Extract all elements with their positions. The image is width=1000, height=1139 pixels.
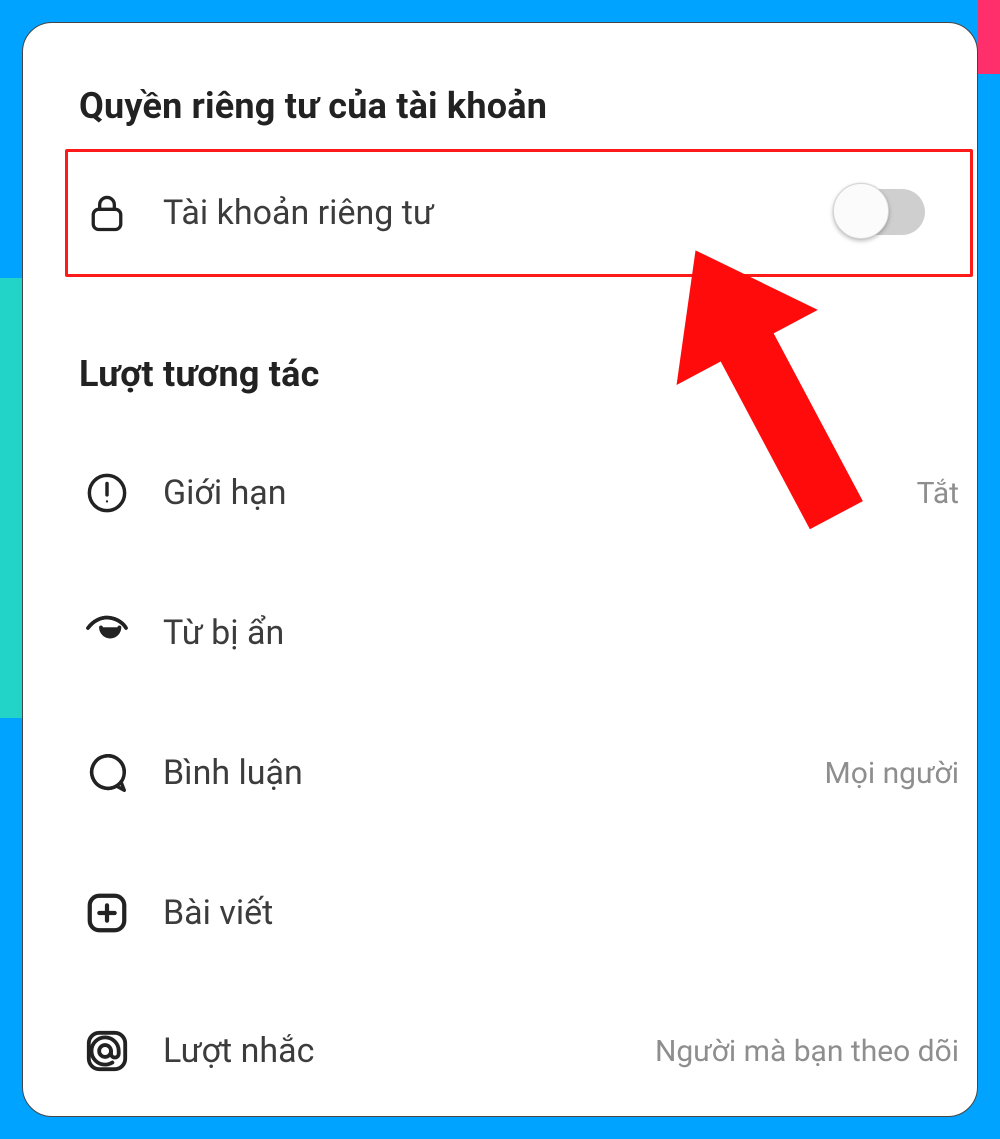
decorative-stripe-left: [0, 278, 22, 718]
private-account-label: Tài khoản riêng tư: [163, 193, 434, 233]
row-hidden-words[interactable]: Từ bị ẩn: [79, 603, 959, 663]
mention-icon: [79, 1023, 135, 1079]
toggle-thumb: [833, 183, 889, 239]
row-comments[interactable]: Bình luận Mọi người: [79, 743, 959, 803]
row-private-account[interactable]: Tài khoản riêng tư: [79, 183, 959, 243]
limits-value: Tắt: [917, 476, 959, 511]
row-limits[interactable]: Giới hạn Tắt: [79, 463, 959, 523]
section-title-interactions: Lượt tương tác: [79, 353, 320, 395]
limits-label: Giới hạn: [163, 473, 287, 513]
section-title-privacy: Quyền riêng tư của tài khoản: [79, 85, 547, 127]
row-mentions[interactable]: Lượt nhắc Người mà bạn theo dõi: [79, 1021, 959, 1081]
private-account-toggle[interactable]: [837, 189, 925, 235]
settings-panel: Quyền riêng tư của tài khoản Tài khoản r…: [22, 22, 978, 1117]
plus-square-icon: [79, 885, 135, 941]
eye-hidden-icon: [79, 605, 135, 661]
comment-icon: [79, 745, 135, 801]
alert-circle-icon: [79, 465, 135, 521]
posts-label: Bài viết: [163, 893, 273, 933]
hidden-words-label: Từ bị ẩn: [163, 613, 284, 653]
tutorial-frame: Quyền riêng tư của tài khoản Tài khoản r…: [0, 0, 1000, 1139]
decorative-stripe-right: [978, 0, 1000, 74]
lock-icon: [79, 185, 135, 241]
mentions-value: Người mà bạn theo dõi: [655, 1034, 959, 1069]
row-posts[interactable]: Bài viết: [79, 883, 959, 943]
comments-label: Bình luận: [163, 753, 303, 793]
comments-value: Mọi người: [825, 756, 959, 791]
mentions-label: Lượt nhắc: [163, 1031, 314, 1071]
